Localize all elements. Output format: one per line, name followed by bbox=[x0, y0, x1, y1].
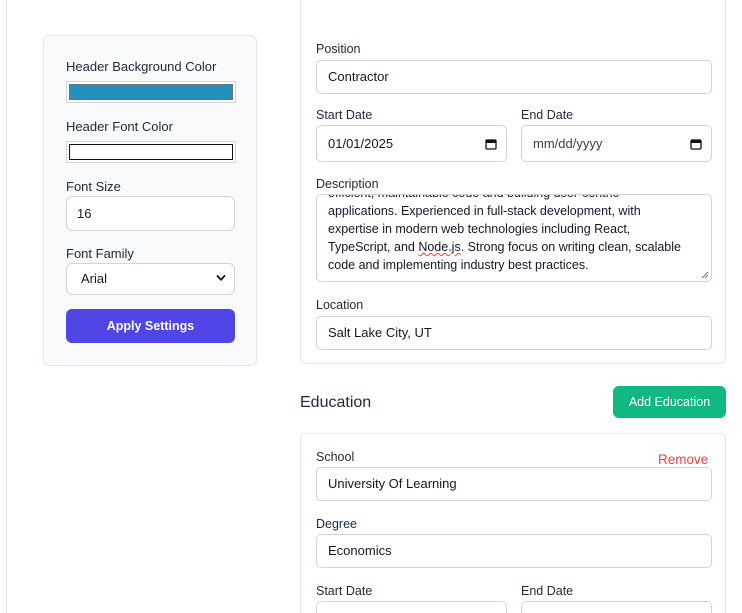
header-bg-color-picker[interactable] bbox=[66, 81, 236, 103]
location-label: Location bbox=[316, 298, 364, 312]
position-input[interactable]: Contractor bbox=[316, 60, 712, 94]
header-font-color-picker[interactable] bbox=[66, 141, 236, 163]
position-label: Position bbox=[316, 42, 361, 56]
calendar-icon bbox=[690, 139, 702, 150]
font-family-value: Arial bbox=[81, 271, 108, 286]
header-font-color-fill bbox=[69, 144, 233, 160]
education-section-title: Education bbox=[300, 394, 372, 411]
spellcheck-word: Node.js bbox=[418, 240, 461, 254]
edu-end-date-input[interactable] bbox=[521, 601, 712, 613]
font-size-input[interactable]: 16 bbox=[66, 196, 235, 231]
description-line: expertise in modern web technologies inc… bbox=[328, 222, 631, 236]
degree-label: Degree bbox=[316, 517, 357, 531]
description-label: Description bbox=[316, 177, 379, 191]
resize-grip-icon[interactable] bbox=[701, 271, 709, 279]
school-input[interactable]: University Of Learning bbox=[316, 467, 712, 501]
description-line: efficient, maintainable code and buildin… bbox=[328, 195, 701, 202]
description-textarea[interactable]: efficient, maintainable code and buildin… bbox=[316, 194, 712, 282]
chevron-down-icon bbox=[216, 275, 226, 281]
edu-start-date-label: Start Date bbox=[316, 584, 373, 598]
degree-input[interactable]: Economics bbox=[316, 534, 712, 568]
education-card: School Remove University Of Learning Deg… bbox=[300, 433, 726, 613]
school-label: School bbox=[316, 450, 355, 464]
apply-settings-button[interactable]: Apply Settings bbox=[66, 309, 235, 343]
description-line: TypeScript, and Node.js. Strong focus on… bbox=[328, 240, 681, 254]
description-line: applications. Experienced in full-stack … bbox=[328, 204, 641, 218]
font-family-label: Font Family bbox=[66, 246, 134, 261]
description-line: code and implementing industry best prac… bbox=[328, 258, 589, 272]
end-date-placeholder: mm/dd/yyyy bbox=[533, 136, 603, 151]
location-input[interactable]: Salt Lake City, UT bbox=[316, 316, 712, 350]
font-family-select[interactable]: Arial bbox=[66, 263, 235, 295]
experience-card: Position Contractor Start Date 01/01/202… bbox=[300, 0, 726, 364]
edu-end-date-label: End Date bbox=[521, 584, 574, 598]
start-date-input[interactable]: 01/01/2025 bbox=[316, 125, 507, 162]
edu-start-date-input[interactable] bbox=[316, 601, 507, 613]
add-education-button[interactable]: Add Education bbox=[613, 386, 726, 418]
header-bg-color-fill bbox=[69, 84, 233, 100]
start-date-label: Start Date bbox=[316, 108, 373, 122]
style-settings-panel: Header Background Color Header Font Colo… bbox=[43, 35, 257, 366]
header-bg-color-label: Header Background Color bbox=[66, 59, 217, 74]
font-size-label: Font Size bbox=[66, 179, 121, 194]
description-text: efficient, maintainable code and buildin… bbox=[328, 195, 701, 274]
calendar-icon bbox=[485, 139, 497, 150]
start-date-value: 01/01/2025 bbox=[328, 136, 394, 151]
remove-education-link[interactable]: Remove bbox=[658, 452, 708, 467]
header-font-color-label: Header Font Color bbox=[66, 119, 173, 134]
end-date-input[interactable]: mm/dd/yyyy bbox=[521, 125, 712, 162]
end-date-label: End Date bbox=[521, 108, 574, 122]
